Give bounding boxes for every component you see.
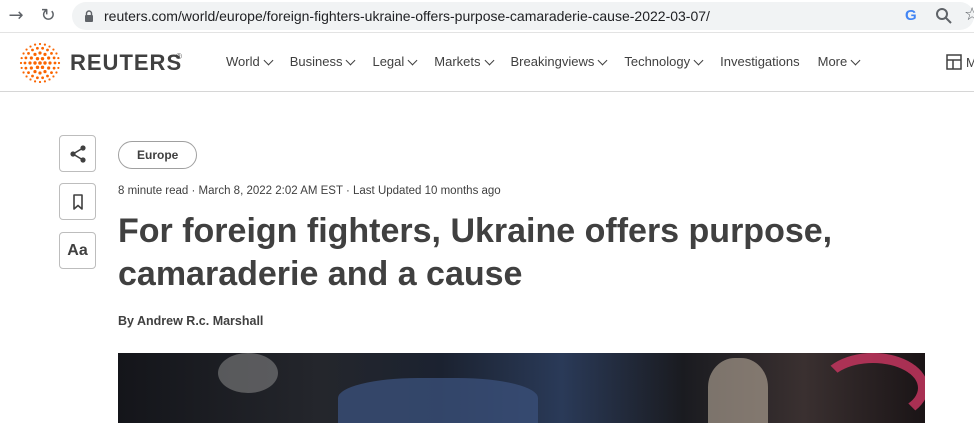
my-news-icon[interactable] <box>946 54 962 70</box>
nav-item-breakingviews[interactable]: Breakingviews <box>511 54 608 69</box>
font-size-label: Aa <box>67 241 88 259</box>
chevron-down-icon <box>263 55 274 65</box>
bookmark-icon <box>72 193 83 210</box>
nav-item-investigations[interactable]: Investigations <box>720 54 800 69</box>
nav-item-markets[interactable]: Markets <box>434 54 494 69</box>
chevron-down-icon <box>850 55 861 65</box>
reload-icon[interactable]: ↻ <box>38 6 58 26</box>
registered-mark: ® <box>176 52 182 61</box>
forward-arrow-icon[interactable]: → <box>6 6 26 26</box>
nav-item-more[interactable]: More <box>818 54 861 69</box>
address-bar[interactable]: reuters.com/world/europe/foreign-fighter… <box>72 2 974 30</box>
section-tag[interactable]: Europe <box>118 141 198 169</box>
site-header: REUTERS ® World Business Legal Markets B… <box>0 33 974 92</box>
reuters-logo-text[interactable]: REUTERS <box>70 50 182 76</box>
zoom-icon[interactable] <box>934 6 954 26</box>
chevron-down-icon <box>407 55 418 65</box>
nav-item-legal[interactable]: Legal <box>372 54 418 69</box>
share-button[interactable] <box>59 135 96 172</box>
article-meta: 8 minute read · March 8, 2022 2:02 AM ES… <box>118 185 501 197</box>
url-text[interactable]: reuters.com/world/europe/foreign-fighter… <box>104 8 710 24</box>
my-news-label[interactable]: M <box>966 55 974 70</box>
bookmark-star-icon[interactable]: ☆ <box>964 4 974 25</box>
browser-toolbar: → ↻ reuters.com/world/europe/foreign-fig… <box>0 0 974 33</box>
reuters-logo-icon[interactable] <box>18 43 62 83</box>
google-icon[interactable]: G <box>905 7 917 24</box>
chevron-down-icon <box>597 55 608 65</box>
font-size-button[interactable]: Aa <box>59 232 96 269</box>
main-nav: World Business Legal Markets Breakingvie… <box>226 54 877 69</box>
nav-item-world[interactable]: World <box>226 54 274 69</box>
chevron-down-icon <box>484 55 494 65</box>
article-byline[interactable]: By Andrew R.c. Marshall <box>118 314 263 328</box>
share-icon <box>69 144 86 163</box>
nav-item-business[interactable]: Business <box>290 54 356 69</box>
save-article-button[interactable] <box>59 183 96 220</box>
nav-item-technology[interactable]: Technology <box>624 54 704 69</box>
chevron-down-icon <box>346 55 356 65</box>
hero-image[interactable] <box>118 353 925 423</box>
lock-icon <box>85 10 93 22</box>
article-headline: For foreign fighters, Ukraine offers pur… <box>118 212 833 293</box>
chevron-down-icon <box>693 55 704 65</box>
